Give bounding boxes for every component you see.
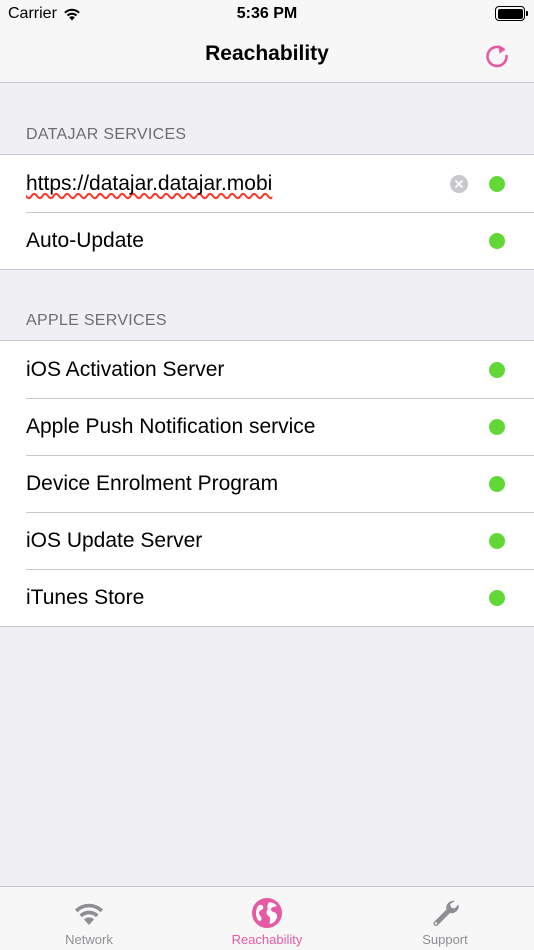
service-row[interactable]: Device Enrolment Program [0, 455, 534, 512]
apple-services-group: iOS Activation Server Apple Push Notific… [0, 340, 534, 627]
service-row[interactable]: Apple Push Notification service [0, 398, 534, 455]
status-bar: Carrier 5:36 PM [0, 0, 534, 28]
status-indicator-ok [489, 233, 505, 249]
service-label: iOS Update Server [26, 528, 203, 552]
wifi-icon [72, 896, 106, 930]
service-label: iTunes Store [26, 585, 145, 609]
status-indicator-ok [489, 476, 505, 492]
tab-support[interactable]: Support [356, 887, 534, 950]
tab-label: Support [422, 932, 468, 947]
battery-icon [495, 6, 528, 21]
datajar-url-row[interactable]: https://datajar.datajar.mobi [0, 155, 534, 212]
navigation-bar: Reachability [0, 28, 534, 83]
tab-reachability[interactable]: Reachability [178, 887, 356, 950]
status-indicator-ok [489, 533, 505, 549]
section-header-apple: APPLE SERVICES [26, 312, 167, 329]
datajar-services-group: https://datajar.datajar.mobi Auto-Update [0, 154, 534, 270]
status-indicator-ok [489, 419, 505, 435]
section-header-datajar: DATAJAR SERVICES [26, 126, 187, 143]
tab-label: Reachability [231, 932, 303, 947]
globe-icon [250, 896, 284, 930]
tab-label: Network [65, 932, 113, 947]
auto-update-row[interactable]: Auto-Update [0, 212, 534, 269]
tab-bar: Network Reachability Support [0, 886, 534, 950]
refresh-button[interactable] [480, 39, 514, 73]
clock: 5:36 PM [236, 5, 298, 22]
service-label: iOS Activation Server [26, 357, 225, 381]
refresh-icon [486, 45, 508, 68]
service-label: Device Enrolment Program [26, 471, 279, 495]
auto-update-label: Auto-Update [26, 228, 144, 252]
service-row[interactable]: iOS Update Server [0, 512, 534, 569]
service-row[interactable]: iTunes Store [0, 569, 534, 626]
url-field[interactable]: https://datajar.datajar.mobi [26, 172, 272, 196]
tab-network[interactable]: Network [0, 887, 178, 950]
status-indicator-ok [489, 590, 505, 606]
status-indicator-ok [489, 362, 505, 378]
service-row[interactable]: iOS Activation Server [0, 341, 534, 398]
service-label: Apple Push Notification service [26, 414, 316, 438]
wrench-icon [428, 896, 462, 930]
page-title: Reachability [205, 42, 329, 65]
clear-text-button[interactable] [450, 175, 468, 193]
clear-icon [455, 180, 463, 188]
url-value: https://datajar.datajar.mobi [26, 171, 273, 195]
status-indicator-ok [489, 176, 505, 192]
